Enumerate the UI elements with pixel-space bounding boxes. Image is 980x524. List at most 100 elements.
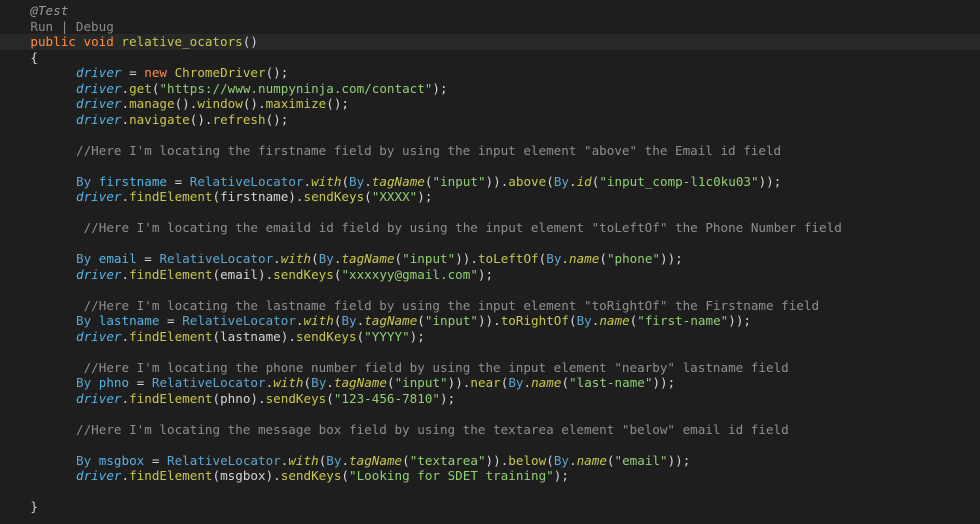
code-line[interactable] (0, 158, 980, 174)
code-token-method: with (303, 313, 334, 328)
code-token: = (159, 313, 183, 328)
code-token-method: sendKeys (280, 468, 342, 483)
code-token-string: "phone" (606, 251, 661, 266)
code-line[interactable]: //Here I'm locating the message box fiel… (0, 422, 980, 438)
code-token-method: manage (129, 96, 175, 111)
code-token-string: "input" (394, 375, 448, 390)
code-token-string: "input_comp-l1c0ku03" (599, 173, 759, 189)
code-token-codelens[interactable]: Run | Debug (30, 19, 113, 34)
code-line[interactable]: By lastname = RelativeLocator.with(By.ta… (0, 313, 980, 329)
code-line[interactable]: driver.findElement(phno).sendKeys("123-4… (0, 391, 980, 407)
code-editor[interactable]: @Test Run | Debug public void relative_oca… (0, 0, 980, 524)
code-token-method: tagName (333, 375, 387, 390)
code-token-variable: firstname (98, 173, 168, 189)
code-token: ( (417, 313, 425, 328)
code-token: ( (326, 390, 334, 406)
code-token: . (121, 111, 130, 127)
code-line[interactable]: driver.findElement(lastname).sendKeys("Y… (0, 329, 980, 345)
code-token-method: above (508, 173, 547, 189)
code-token-variable: driver (76, 111, 122, 127)
code-token: ( (561, 375, 570, 390)
code-token-type: By (76, 251, 92, 266)
code-line[interactable]: } (0, 499, 980, 515)
code-line[interactable]: driver.findElement(msgbox).sendKeys("Loo… (0, 468, 980, 484)
code-line[interactable]: //Here I'm locating the phone number fie… (0, 360, 980, 376)
code-token-method: findElement (129, 189, 213, 204)
code-token-type: By (553, 452, 569, 468)
code-line[interactable]: driver.findElement(email).sendKeys("xxxx… (0, 267, 980, 283)
code-line[interactable]: //Here I'm locating the emaild id field … (0, 220, 980, 236)
code-line[interactable] (0, 205, 980, 221)
code-line[interactable]: driver.findElement(firstname).sendKeys("… (0, 189, 980, 205)
code-token: } (30, 499, 38, 514)
code-line[interactable] (0, 406, 980, 422)
code-token-keyword: public (30, 34, 76, 49)
code-token: )). (455, 251, 478, 266)
code-token-string: "input" (402, 251, 456, 266)
code-line[interactable]: Run | Debug (0, 19, 980, 35)
code-token: (firstname). (212, 189, 304, 204)
code-token-method: sendKeys (265, 390, 327, 406)
code-line[interactable]: By msgbox = RelativeLocator.with(By.tagN… (0, 453, 980, 469)
code-token-method: with (311, 173, 342, 189)
code-token-keyword: void (83, 34, 114, 49)
code-line[interactable]: driver.get("https://www.numpyninja.com/c… (0, 81, 980, 97)
code-token-method: name (569, 251, 600, 266)
code-line[interactable] (0, 127, 980, 143)
code-line[interactable]: driver.manage().window().maximize(); (0, 96, 980, 112)
code-line[interactable] (0, 282, 980, 298)
code-line[interactable]: By email = RelativeLocator.with(By.tagNa… (0, 251, 980, 267)
code-line[interactable]: public void relative_ocators() (0, 34, 980, 50)
code-token-type: RelativeLocator (182, 313, 296, 328)
code-token: (msgbox). (212, 468, 281, 483)
code-token-type: By (318, 251, 334, 266)
code-token-variable: lastname (98, 313, 160, 328)
code-token-method: window (197, 96, 243, 111)
code-token-method: navigate (129, 111, 190, 127)
code-token: )). (485, 173, 509, 189)
code-line[interactable]: driver = new ChromeDriver(); (0, 65, 980, 81)
code-line[interactable]: driver.navigate().refresh(); (0, 112, 980, 128)
code-token-method: ChromeDriver (174, 65, 266, 80)
code-token: . (568, 452, 577, 468)
code-line[interactable] (0, 437, 980, 453)
code-token: )). (447, 375, 471, 390)
code-line[interactable]: { (0, 50, 980, 66)
code-token-method: near (470, 375, 501, 390)
code-line[interactable]: By phno = RelativeLocator.with(By.tagNam… (0, 375, 980, 391)
code-token: ); (417, 189, 433, 204)
code-token-type: RelativeLocator (167, 452, 281, 468)
code-token: = (129, 375, 152, 390)
code-token: ( (311, 251, 319, 266)
code-token-method: id (576, 173, 592, 189)
code-token-comment: //Here I'm locating the firstname field … (76, 142, 782, 158)
code-line[interactable] (0, 344, 980, 360)
code-line[interactable]: By firstname = RelativeLocator.with(By.t… (0, 174, 980, 190)
code-token: . (523, 375, 532, 390)
code-token: . (121, 80, 130, 96)
code-token: (phno). (212, 390, 266, 406)
code-token: ( (568, 313, 577, 328)
code-token-variable: driver (76, 468, 122, 483)
code-token-string: "input" (424, 313, 478, 328)
code-token: = (121, 65, 145, 80)
code-token: (); (326, 96, 350, 111)
code-line[interactable]: @Test (0, 3, 980, 19)
code-line[interactable]: //Here I'm locating the lastname field b… (0, 298, 980, 314)
code-token-method: sendKeys (273, 266, 334, 282)
code-token: ( (386, 375, 395, 390)
code-line[interactable] (0, 484, 980, 500)
code-line[interactable]: //Here I'm locating the firstname field … (0, 143, 980, 159)
code-token-method: findElement (129, 266, 213, 282)
code-token: )). (485, 452, 509, 468)
code-token-type: By (508, 375, 524, 390)
code-token: )); (728, 313, 752, 328)
code-token: (lastname). (212, 328, 296, 344)
code-line[interactable] (0, 236, 980, 252)
code-token-type: By (76, 313, 92, 328)
code-token: ( (606, 452, 615, 468)
code-token: (). (174, 96, 198, 111)
code-token-method: get (129, 80, 152, 96)
